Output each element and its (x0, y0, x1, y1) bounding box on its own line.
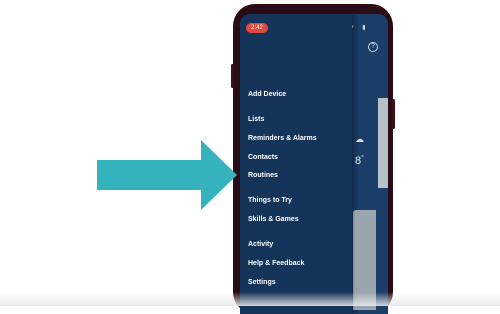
home-card-edge (378, 98, 388, 188)
weather-temperature: 8° (355, 155, 364, 167)
menu-item-reminders-alarms[interactable]: Reminders & Alarms (248, 135, 317, 142)
cloud-icon: ☁ (355, 134, 364, 144)
menu-item-activity[interactable]: Activity (248, 241, 273, 248)
pointer-arrow-icon (97, 140, 237, 210)
status-time: 2:42 (246, 23, 268, 33)
menu-item-routines[interactable]: Routines (248, 172, 278, 179)
navigation-drawer: 2:42 Add Device Lists Reminders & Alarms… (240, 14, 352, 314)
menu-item-help-feedback[interactable]: Help & Feedback (248, 260, 304, 267)
menu-item-contacts[interactable]: Contacts (248, 154, 278, 161)
menu-item-add-device[interactable]: Add Device (248, 91, 286, 98)
help-icon[interactable]: ? (368, 42, 378, 52)
volume-button (231, 64, 234, 88)
temperature-degree: ° (361, 155, 364, 162)
power-button (392, 99, 395, 129)
menu-item-skills-games[interactable]: Skills & Games (248, 216, 299, 223)
bottom-fade (0, 292, 500, 306)
menu-item-things-to-try[interactable]: Things to Try (248, 197, 292, 204)
menu-item-lists[interactable]: Lists (248, 116, 264, 123)
phone-screen: ☁ 8° ? ✱ ▼ ▮ 2:42 Add Device Lists Remin… (240, 14, 388, 314)
menu-item-settings[interactable]: Settings (248, 279, 276, 286)
